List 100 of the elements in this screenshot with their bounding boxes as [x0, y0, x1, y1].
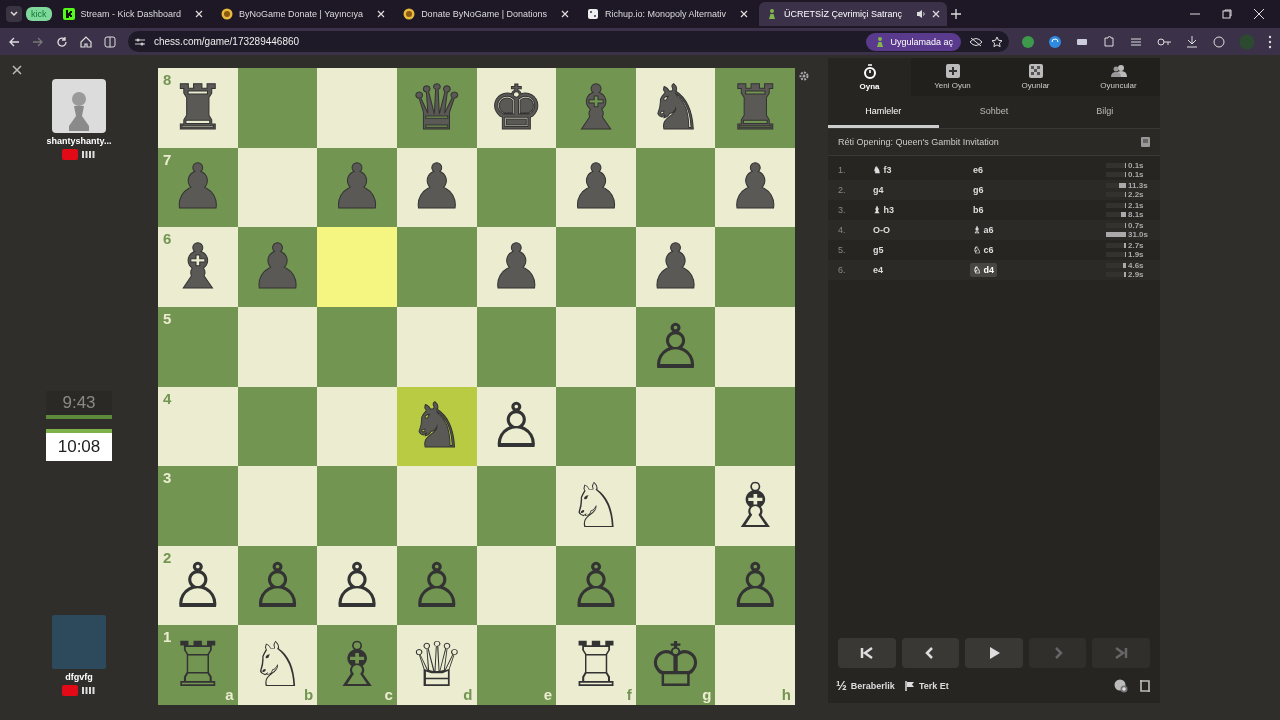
split-view-icon[interactable]: [104, 35, 116, 48]
board-square[interactable]: ♙: [556, 545, 636, 626]
chess-piece[interactable]: ♟: [647, 236, 704, 299]
board-square[interactable]: [635, 545, 716, 626]
chess-piece[interactable]: ♕: [408, 634, 465, 697]
close-icon[interactable]: [740, 10, 749, 18]
move-notation[interactable]: e4: [870, 263, 886, 277]
browser-tab[interactable]: ByNoGame Donate | Yayıncıya: [214, 2, 393, 26]
previous-move-button[interactable]: [901, 638, 960, 668]
move-notation[interactable]: ♘ d4: [970, 263, 997, 277]
board-square[interactable]: ♞: [635, 68, 716, 148]
board-square[interactable]: ♚: [476, 68, 557, 148]
board-square[interactable]: ♙: [635, 306, 716, 387]
board-square[interactable]: [237, 466, 318, 546]
draw-button[interactable]: ½ Beraberlik: [836, 678, 895, 693]
move-notation[interactable]: b6: [970, 203, 987, 217]
nav-item[interactable]: Oyna: [828, 58, 911, 96]
chess-piece[interactable]: ♜: [170, 76, 226, 139]
nav-item[interactable]: Oyuncular: [1077, 58, 1160, 96]
move-notation[interactable]: ♗ a6: [970, 223, 997, 237]
tab-group-label[interactable]: kick: [26, 7, 52, 21]
open-in-app-button[interactable]: Uygulamada aç: [866, 32, 961, 51]
resign-button[interactable]: Terk Et: [904, 680, 949, 691]
move-notation[interactable]: ♝ h3: [870, 203, 897, 217]
board-square[interactable]: ♘: [556, 466, 636, 546]
board-square[interactable]: [317, 386, 397, 467]
board-square[interactable]: [237, 386, 318, 467]
chess-piece[interactable]: ♚: [488, 76, 545, 139]
board-square[interactable]: [476, 306, 557, 387]
browser-tab[interactable]: ÜCRETSİZ Çevrimiçi Satranç: [759, 2, 948, 26]
board-square[interactable]: [635, 466, 716, 546]
book-icon[interactable]: [1141, 137, 1150, 147]
chess-piece[interactable]: ♙: [408, 554, 465, 617]
chess-piece[interactable]: ♞: [647, 76, 704, 139]
chess-piece[interactable]: ♟: [568, 156, 624, 219]
nav-item[interactable]: Oyunlar: [994, 58, 1077, 96]
board-square[interactable]: [476, 147, 557, 228]
board-square[interactable]: ♟: [476, 227, 557, 307]
browser-tab[interactable]: Richup.io: Monopoly Alternativ: [580, 2, 756, 26]
chess-piece[interactable]: ♟: [488, 236, 545, 299]
board-square[interactable]: ♟: [396, 147, 477, 228]
board-square[interactable]: ♙: [237, 545, 318, 626]
board-square[interactable]: [635, 147, 716, 228]
home-icon[interactable]: [80, 35, 92, 48]
board-square[interactable]: [237, 68, 318, 148]
eye-slash-icon[interactable]: [969, 36, 983, 47]
forward-icon[interactable]: [32, 35, 44, 48]
panel-tab[interactable]: Bilgi: [1049, 96, 1160, 128]
close-icon[interactable]: [932, 10, 941, 18]
player-name[interactable]: dfgvfg: [65, 672, 93, 682]
move-notation[interactable]: g4: [870, 183, 887, 197]
panel-tab[interactable]: Sohbet: [938, 96, 1050, 128]
chess-piece[interactable]: ♙: [329, 554, 385, 617]
chess-piece[interactable]: ♙: [727, 554, 783, 617]
extension-icon[interactable]: [1048, 34, 1062, 49]
board-square[interactable]: ♞: [396, 386, 477, 467]
board-square[interactable]: [237, 306, 318, 387]
close-icon[interactable]: [195, 10, 204, 18]
board-square[interactable]: [476, 466, 557, 546]
board-square[interactable]: ♙: [396, 545, 477, 626]
play-button[interactable]: [965, 638, 1023, 668]
more-icon[interactable]: [1268, 34, 1272, 49]
browser-tab[interactable]: Stream - Kick Dashboard: [55, 2, 211, 26]
nav-item[interactable]: Yeni Oyun: [911, 58, 994, 96]
move-notation[interactable]: ♘ c6: [970, 243, 997, 257]
board-square[interactable]: ♙: [317, 545, 397, 626]
chess-piece[interactable]: ♝: [170, 236, 226, 299]
address-bar[interactable]: chess.com/game/173289446860 Uygulamada aç: [128, 31, 1009, 52]
first-move-button[interactable]: [838, 638, 896, 668]
chess-piece[interactable]: ♞: [408, 395, 465, 458]
close-icon[interactable]: [377, 10, 386, 18]
board-square[interactable]: [237, 147, 318, 228]
player-name[interactable]: shantyshanty...: [46, 136, 112, 146]
download-icon[interactable]: [1185, 34, 1199, 49]
move-notation[interactable]: ♞ f3: [870, 163, 895, 177]
board-square[interactable]: ♙: [476, 386, 557, 467]
chess-piece[interactable]: ♙: [170, 554, 226, 617]
globe-plus-icon[interactable]: [1114, 678, 1128, 693]
plus-icon[interactable]: [951, 9, 962, 19]
move-notation[interactable]: g5: [870, 243, 887, 257]
chess-piece[interactable]: ♟: [727, 156, 783, 219]
settings-icon[interactable]: [798, 70, 810, 82]
board-square[interactable]: [396, 306, 477, 387]
extension-icon[interactable]: [1021, 34, 1035, 49]
board-square[interactable]: ♟: [635, 227, 716, 307]
chess-piece[interactable]: ♗: [727, 474, 783, 537]
star-icon[interactable]: [991, 35, 1003, 48]
board-square[interactable]: ♟: [715, 147, 795, 228]
board-square[interactable]: [635, 386, 716, 467]
board-square[interactable]: [556, 386, 636, 467]
chess-piece[interactable]: ♙: [647, 315, 704, 378]
close-icon[interactable]: [561, 10, 570, 18]
chess-piece[interactable]: ♟: [408, 156, 465, 219]
board-square[interactable]: ♗: [715, 466, 795, 546]
move-notation[interactable]: g6: [970, 183, 987, 197]
board-square[interactable]: ♟: [556, 147, 636, 228]
move-notation[interactable]: e6: [970, 163, 986, 177]
move-notation[interactable]: O-O: [870, 223, 893, 237]
chess-piece[interactable]: ♙: [488, 395, 545, 458]
chess-piece[interactable]: ♔: [647, 634, 704, 697]
